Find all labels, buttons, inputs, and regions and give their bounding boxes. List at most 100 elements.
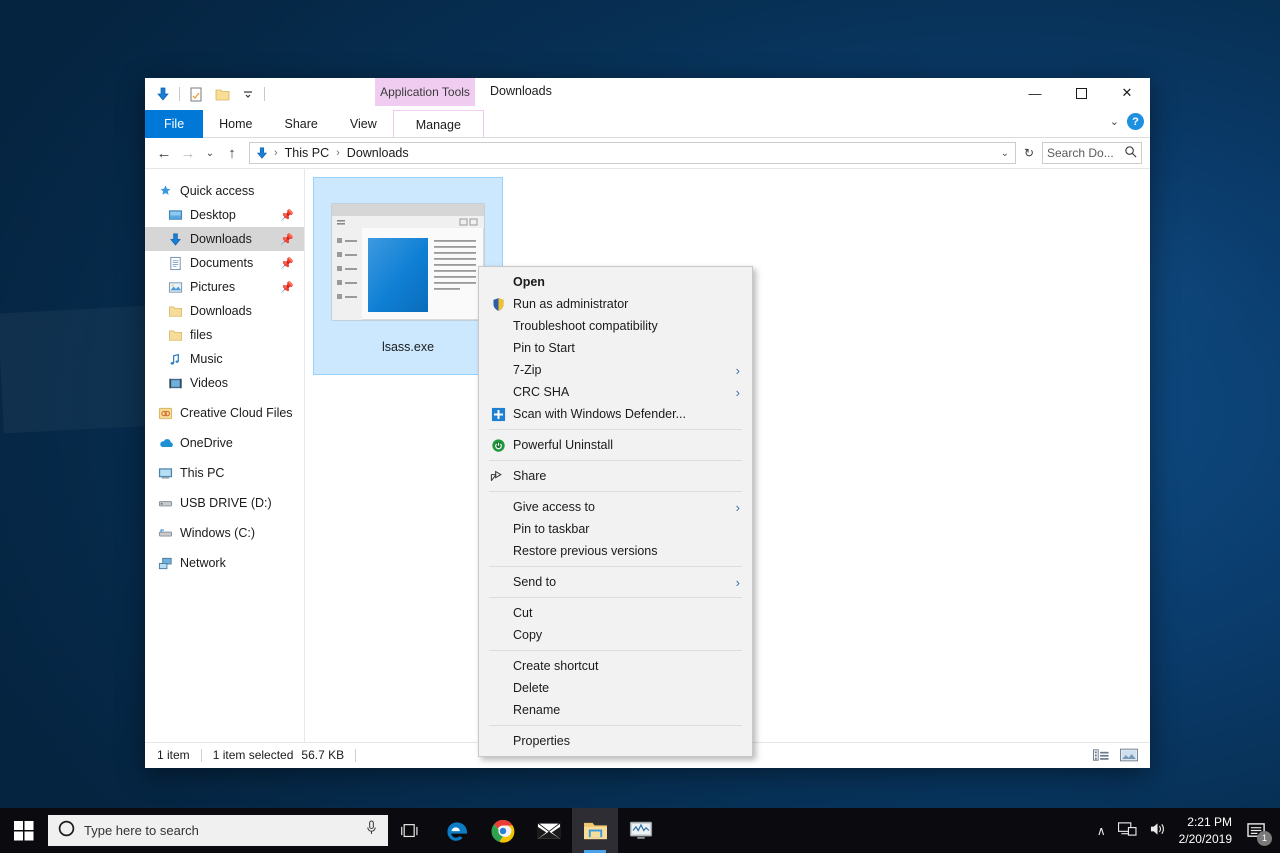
maximize-button[interactable] bbox=[1058, 78, 1104, 108]
chevron-down-icon[interactable]: ⌄ bbox=[1001, 148, 1011, 159]
menu-item-rename[interactable]: Rename bbox=[479, 699, 752, 721]
window-controls: — ✕ bbox=[1012, 78, 1150, 108]
menu-label: Troubleshoot compatibility bbox=[513, 319, 658, 333]
recent-locations-button[interactable]: ⌄ bbox=[201, 142, 219, 164]
menu-item-copy[interactable]: Copy bbox=[479, 624, 752, 646]
sidebar-label: Desktop bbox=[190, 208, 236, 222]
sidebar-item-downloads-folder[interactable]: Downloads bbox=[145, 299, 304, 323]
onedrive-cloud-icon bbox=[157, 435, 174, 451]
sidebar-item-this-pc[interactable]: This PC bbox=[145, 461, 304, 485]
breadcrumb-downloads[interactable]: Downloads bbox=[344, 146, 412, 160]
forward-button[interactable]: → bbox=[177, 142, 199, 164]
menu-item-send-to[interactable]: Send to › bbox=[479, 571, 752, 593]
tab-manage[interactable]: Manage bbox=[392, 110, 484, 138]
menu-item-scan-with-windows-defender[interactable]: Scan with Windows Defender... bbox=[479, 403, 752, 425]
desktop-icon bbox=[167, 207, 184, 223]
breadcrumb-this-pc[interactable]: This PC bbox=[282, 146, 332, 160]
sidebar-item-windows-c[interactable]: Windows (C:) bbox=[145, 521, 304, 545]
pin-icon[interactable]: 📌 bbox=[280, 257, 294, 270]
microphone-icon[interactable] bbox=[365, 820, 378, 841]
menu-item-delete[interactable]: Delete bbox=[479, 677, 752, 699]
sidebar-item-downloads-quick[interactable]: Downloads 📌 bbox=[145, 227, 304, 251]
start-button[interactable] bbox=[0, 808, 48, 853]
sidebar-item-network[interactable]: Network bbox=[145, 551, 304, 575]
network-tray-icon[interactable] bbox=[1117, 821, 1137, 840]
menu-item-troubleshoot-compatibility[interactable]: Troubleshoot compatibility bbox=[479, 315, 752, 337]
menu-item-7-zip[interactable]: 7-Zip › bbox=[479, 359, 752, 381]
file-explorer-icon[interactable] bbox=[572, 808, 618, 853]
menu-label: Give access to bbox=[513, 500, 595, 514]
clock[interactable]: 2:21 PM 2/20/2019 bbox=[1179, 814, 1232, 846]
menu-item-restore-previous-versions[interactable]: Restore previous versions bbox=[479, 540, 752, 562]
menu-item-crc-sha[interactable]: CRC SHA › bbox=[479, 381, 752, 403]
sidebar-label: Videos bbox=[190, 376, 228, 390]
new-folder-icon[interactable] bbox=[212, 84, 232, 104]
uninstall-icon bbox=[487, 437, 509, 453]
refresh-button[interactable]: ↻ bbox=[1018, 142, 1040, 164]
speaker-icon[interactable] bbox=[1149, 821, 1167, 840]
tab-view[interactable]: View bbox=[334, 110, 393, 138]
title-bar[interactable]: Application Tools Downloads — ✕ bbox=[145, 78, 1150, 110]
pin-icon[interactable]: 📌 bbox=[280, 209, 294, 222]
action-center-icon[interactable]: 1 bbox=[1244, 818, 1272, 846]
sidebar-item-documents[interactable]: Documents 📌 bbox=[145, 251, 304, 275]
quick-access-toolbar[interactable] bbox=[153, 82, 265, 106]
sidebar-label: Network bbox=[180, 556, 226, 570]
menu-item-cut[interactable]: Cut bbox=[479, 602, 752, 624]
close-button[interactable]: ✕ bbox=[1104, 78, 1150, 108]
tab-home[interactable]: Home bbox=[203, 110, 268, 138]
sidebar-label: Downloads bbox=[190, 304, 252, 318]
pin-icon[interactable]: 📌 bbox=[280, 281, 294, 294]
show-hidden-icons-chevron[interactable]: ∧ bbox=[1097, 824, 1106, 838]
menu-item-powerful-uninstall[interactable]: Powerful Uninstall bbox=[479, 434, 752, 456]
menu-label: CRC SHA bbox=[513, 385, 570, 399]
sidebar-item-desktop[interactable]: Desktop 📌 bbox=[145, 203, 304, 227]
edge-icon[interactable] bbox=[434, 808, 480, 853]
context-menu[interactable]: Open Run as administrator Troubleshoot c… bbox=[478, 266, 753, 757]
monitor-app-icon[interactable] bbox=[618, 808, 664, 853]
breadcrumb[interactable]: › This PC › Downloads ⌄ bbox=[249, 142, 1016, 164]
task-view-icon[interactable] bbox=[388, 808, 434, 853]
menu-item-share[interactable]: Share bbox=[479, 465, 752, 487]
help-button[interactable]: ? bbox=[1127, 113, 1144, 130]
menu-item-give-access-to[interactable]: Give access to › bbox=[479, 496, 752, 518]
minimize-button[interactable]: — bbox=[1012, 78, 1058, 108]
menu-item-pin-to-taskbar[interactable]: Pin to taskbar bbox=[479, 518, 752, 540]
downloads-arrow-icon[interactable] bbox=[153, 84, 173, 104]
sidebar-item-usb-drive[interactable]: USB DRIVE (D:) bbox=[145, 491, 304, 515]
mail-icon[interactable] bbox=[526, 808, 572, 853]
system-tray: ∧ 2:21 PM 2/20/2019 1 bbox=[1097, 814, 1280, 846]
menu-separator bbox=[489, 460, 742, 461]
video-icon bbox=[167, 375, 184, 391]
ribbon-tab-bar: File Home Share View Manage ⌄ ? bbox=[145, 110, 1150, 138]
sidebar-item-creative-cloud[interactable]: Creative Cloud Files bbox=[145, 401, 304, 425]
sidebar-item-pictures[interactable]: Pictures 📌 bbox=[145, 275, 304, 299]
details-view-icon[interactable] bbox=[1092, 747, 1110, 763]
large-icons-view-icon[interactable] bbox=[1120, 747, 1138, 763]
tab-file[interactable]: File bbox=[145, 110, 204, 138]
sidebar-item-onedrive[interactable]: OneDrive bbox=[145, 431, 304, 455]
pin-icon[interactable]: 📌 bbox=[280, 233, 294, 246]
collapse-ribbon-button[interactable]: ⌄ bbox=[1110, 115, 1119, 128]
search-input[interactable]: Search Do... bbox=[1042, 142, 1142, 164]
properties-icon[interactable] bbox=[186, 84, 206, 104]
taskbar-search-input[interactable]: Type here to search bbox=[48, 815, 388, 846]
menu-item-pin-to-start[interactable]: Pin to Start bbox=[479, 337, 752, 359]
up-button[interactable]: ↑ bbox=[221, 142, 243, 164]
menu-item-properties[interactable]: Properties bbox=[479, 730, 752, 752]
sidebar-item-files[interactable]: files bbox=[145, 323, 304, 347]
menu-item-create-shortcut[interactable]: Create shortcut bbox=[479, 655, 752, 677]
sidebar-item-videos[interactable]: Videos bbox=[145, 371, 304, 395]
tab-share[interactable]: Share bbox=[269, 110, 334, 138]
folder-icon bbox=[167, 303, 184, 319]
menu-label: Pin to taskbar bbox=[513, 522, 590, 536]
menu-item-run-as-administrator[interactable]: Run as administrator bbox=[479, 293, 752, 315]
breadcrumb-separator-2: › bbox=[336, 147, 340, 159]
customize-dropdown-icon[interactable] bbox=[238, 84, 258, 104]
back-button[interactable]: ← bbox=[153, 142, 175, 164]
sidebar-item-music[interactable]: Music bbox=[145, 347, 304, 371]
sidebar-item-quick-access[interactable]: Quick access bbox=[145, 179, 304, 203]
menu-item-open[interactable]: Open bbox=[479, 271, 752, 293]
chrome-icon[interactable] bbox=[480, 808, 526, 853]
file-item-lsass[interactable]: lsass.exe bbox=[313, 177, 503, 375]
